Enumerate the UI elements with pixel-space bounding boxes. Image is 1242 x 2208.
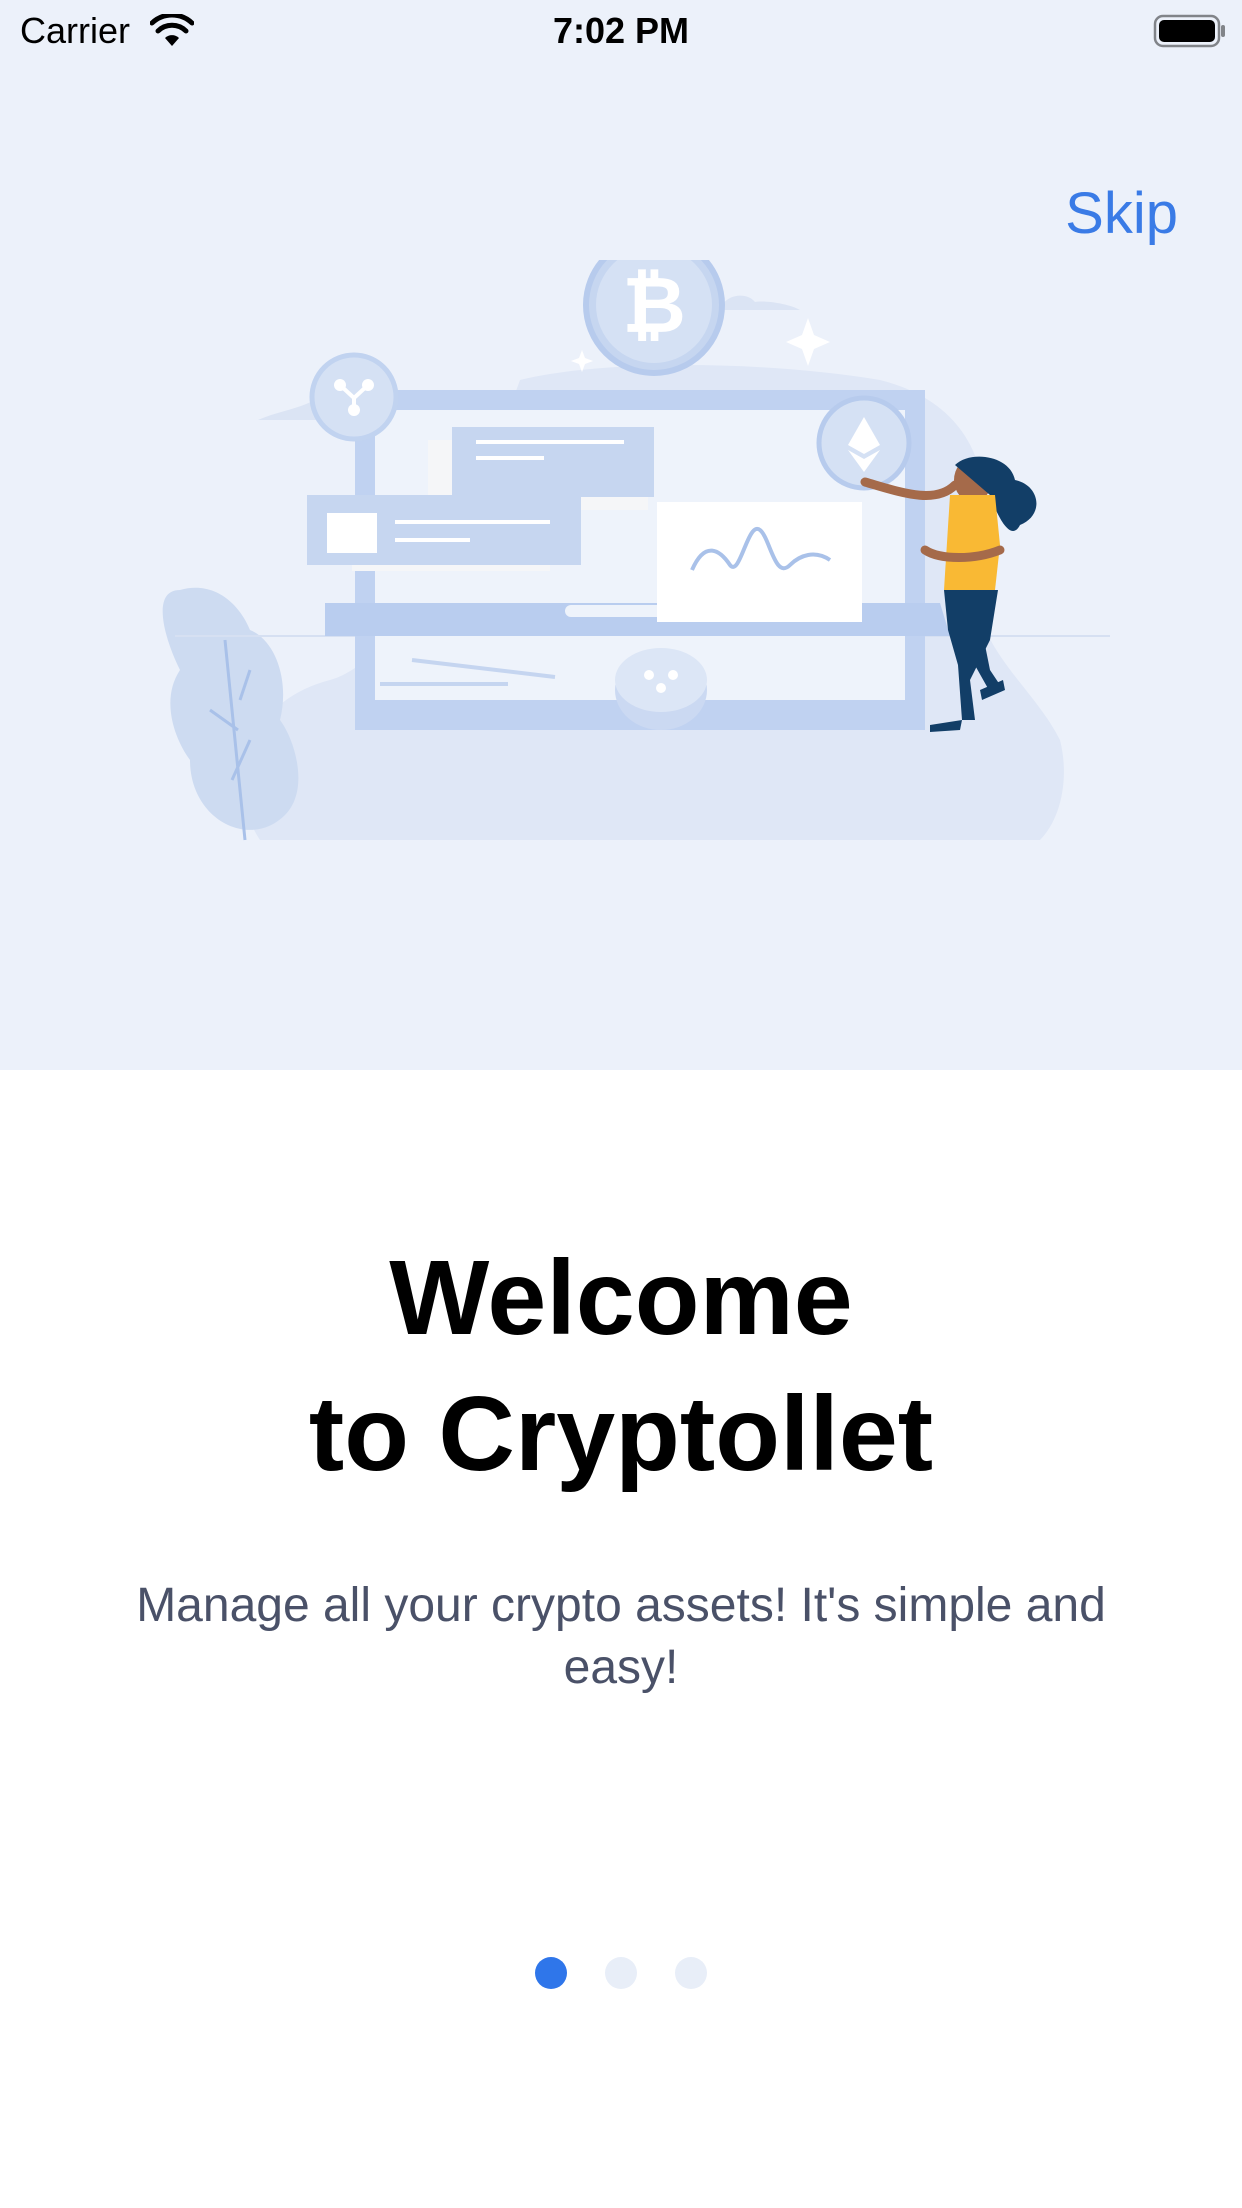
page-dot-1[interactable] bbox=[535, 1957, 567, 1989]
svg-text:₿: ₿ bbox=[622, 261, 686, 349]
title-line-1: Welcome bbox=[389, 1239, 853, 1357]
title-line-2: to Cryptollet bbox=[308, 1375, 934, 1493]
page-subtitle: Manage all your crypto assets! It's simp… bbox=[136, 1579, 1106, 1694]
battery-icon bbox=[1153, 14, 1225, 48]
skip-button[interactable]: Skip bbox=[1065, 180, 1178, 247]
page-indicator bbox=[0, 1957, 1242, 1991]
status-time: 7:02 PM bbox=[552, 10, 690, 51]
status-bar: Carrier 7:02 PM bbox=[0, 0, 1242, 60]
hero-area: Carrier 7:02 PM Skip ₿ bbox=[0, 0, 1242, 1070]
page-dot-3[interactable] bbox=[675, 1957, 707, 1989]
crypto-illustration: ₿ bbox=[162, 260, 1110, 841]
page-title: Welcome to Cryptollet bbox=[0, 1230, 1242, 1502]
bitcoin-icon: ₿ bbox=[622, 261, 686, 349]
page-dot-2[interactable] bbox=[605, 1957, 637, 1989]
